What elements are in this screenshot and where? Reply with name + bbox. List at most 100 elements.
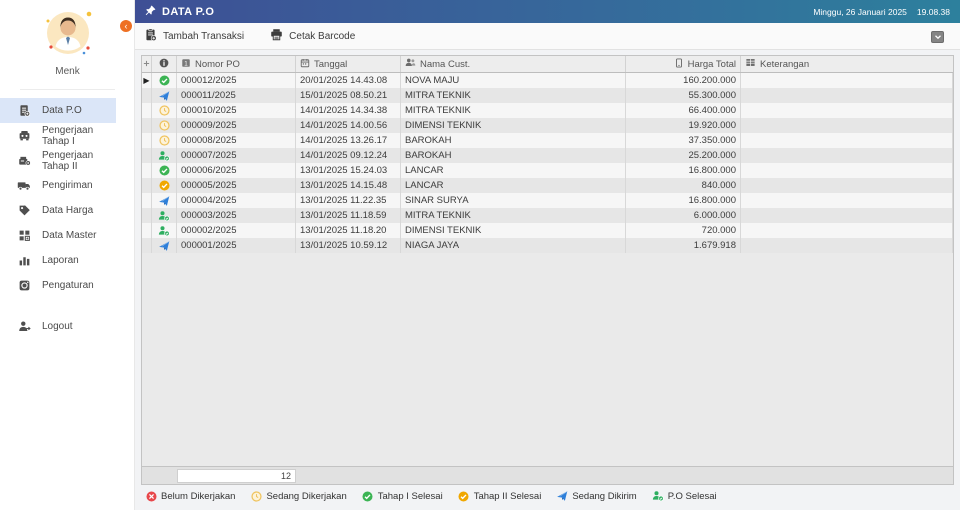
header-status-column[interactable] — [152, 56, 177, 72]
chevron-down-icon — [934, 28, 942, 46]
toolbar: Tambah Transaksi Cetak Barcode — [135, 23, 960, 50]
svg-text:1: 1 — [184, 60, 188, 67]
cell-nomor-po: 000008/2025 — [177, 133, 296, 148]
cell-nomor-po: 000002/2025 — [177, 223, 296, 238]
cell-harga-total: 720.000 — [626, 223, 741, 238]
legend-item-tahap-ii-selesai: Tahap II Selesai — [458, 490, 542, 502]
cell-keterangan — [741, 163, 953, 178]
cell-nomor-po: 000001/2025 — [177, 238, 296, 253]
legend-label: Belum Dikerjakan — [161, 490, 236, 502]
table-row[interactable]: 000009/2025 14/01/2025 14.00.56 DIMENSI TE… — [142, 118, 953, 133]
cell-tanggal: 20/01/2025 14.43.08 — [296, 73, 401, 88]
cell-harga-total: 840.000 — [626, 178, 741, 193]
table-row[interactable]: 000005/2025 13/01/2025 14.15.48 LANCAR 840.… — [142, 178, 953, 193]
status-po-selesai-icon — [158, 210, 170, 222]
row-indicator-cell — [142, 163, 152, 178]
cell-harga-total: 16.800.000 — [626, 163, 741, 178]
cell-keterangan — [741, 103, 953, 118]
sidebar-collapse-button[interactable]: ‹ — [120, 20, 132, 32]
legend-label: P.O Selesai — [667, 490, 717, 502]
legend-sedang-dikerjakan-icon — [250, 490, 262, 502]
avatar-image — [46, 11, 91, 55]
grid-rows: ▶ 000012/2025 20/01/2025 14.43.08 NOVA MAJU… — [142, 73, 953, 253]
calendar-icon — [300, 58, 310, 71]
legend-tahap1-selesai-icon — [362, 490, 374, 502]
legend-tahap2-selesai-icon — [458, 490, 470, 502]
table-row[interactable]: 000002/2025 13/01/2025 11.18.20 DIMENSI TE… — [142, 223, 953, 238]
grid-footer: 12 — [142, 466, 953, 484]
header-expand-column[interactable] — [142, 56, 152, 72]
column-header-keterangan[interactable]: Keterangan — [741, 56, 953, 72]
grid-icon — [745, 57, 756, 71]
sidebar-item-pengiriman[interactable]: Pengiriman — [0, 173, 116, 198]
table-row[interactable]: 000001/2025 13/01/2025 10.59.12 NIAGA JAYA… — [142, 238, 953, 253]
sidebar-item-data-harga[interactable]: Data Harga — [0, 198, 116, 223]
sidebar-item-laporan[interactable]: Laporan — [0, 248, 116, 273]
cell-nama-cust: SINAR SURYA — [401, 193, 626, 208]
sidebar-item-pengerjaan-tahap-i[interactable]: Pengerjaan Tahap I — [0, 123, 116, 148]
cell-nama-cust: BAROKAH — [401, 148, 626, 163]
column-header-nama-cust[interactable]: Nama Cust. — [401, 56, 626, 72]
cell-nama-cust: MITRA TEKNIK — [401, 88, 626, 103]
legend-item-tahap-i-selesai: Tahap I Selesai — [362, 490, 443, 502]
clipboard-plus-icon — [144, 28, 157, 44]
sidebar-item-label: Laporan — [42, 255, 79, 266]
sidebar-item-logout[interactable]: Logout — [0, 314, 116, 339]
sidebar-item-data-p-o[interactable]: Data P.O — [0, 98, 116, 123]
cell-keterangan — [741, 238, 953, 253]
cell-harga-total: 6.000.000 — [626, 208, 741, 223]
toolbar-options-button[interactable] — [931, 31, 944, 43]
sidebar: Menk Data P.O Pengerjaan Tahap I Pengerjaa… — [0, 0, 135, 510]
table-row[interactable]: 000004/2025 13/01/2025 11.22.35 SINAR SURY… — [142, 193, 953, 208]
column-header-label: Nomor PO — [195, 58, 240, 70]
status-tahap1-selesai-icon — [158, 165, 170, 177]
time-label: 19.08.38 — [916, 6, 950, 17]
column-header-harga-total[interactable]: Harga Total — [626, 56, 741, 72]
cetak-barcode-button[interactable]: Cetak Barcode — [270, 28, 355, 44]
table-row[interactable]: 000011/2025 15/01/2025 08.50.21 MITRA TEKN… — [142, 88, 953, 103]
sidebar-item-data-master[interactable]: Data Master — [0, 223, 116, 248]
cell-keterangan — [741, 73, 953, 88]
avatar — [0, 0, 135, 64]
column-header-label: Nama Cust. — [420, 58, 471, 70]
cell-tanggal: 13/01/2025 14.15.48 — [296, 178, 401, 193]
machine-one-icon — [17, 129, 31, 143]
column-header-label: Harga Total — [687, 58, 736, 70]
cell-tanggal: 15/01/2025 08.50.21 — [296, 88, 401, 103]
legend-label: Tahap II Selesai — [473, 490, 542, 502]
status-sedang-dikerjakan-icon — [158, 135, 170, 147]
sidebar-item-label: Pengerjaan Tahap II — [42, 149, 94, 172]
legend-belum-dikerjakan-icon — [145, 490, 157, 502]
column-header-nomor-po[interactable]: 1 Nomor PO — [177, 56, 296, 72]
page-title-wrap: DATA P.O — [145, 5, 214, 19]
row-indicator-cell — [142, 193, 152, 208]
title-bar: DATA P.O Minggu, 26 Januari 2025 19.08.3… — [135, 0, 960, 23]
record-count: 12 — [177, 468, 296, 483]
table-row[interactable]: 000003/2025 13/01/2025 11.18.59 MITRA TEKN… — [142, 208, 953, 223]
cell-nama-cust: DIMENSI TEKNIK — [401, 223, 626, 238]
cell-tanggal: 13/01/2025 11.18.20 — [296, 223, 401, 238]
table-row[interactable]: 000007/2025 14/01/2025 09.12.24 BAROKAH 25.… — [142, 148, 953, 163]
column-header-tanggal[interactable]: Tanggal — [296, 56, 401, 72]
cell-nama-cust: NOVA MAJU — [401, 73, 626, 88]
row-status-cell — [152, 148, 177, 163]
row-indicator-cell — [142, 178, 152, 193]
table-row[interactable]: 000006/2025 13/01/2025 15.24.03 LANCAR 16.8… — [142, 163, 953, 178]
table-row[interactable]: 000008/2025 14/01/2025 13.26.17 BAROKAH 37.… — [142, 133, 953, 148]
cell-tanggal: 13/01/2025 15.24.03 — [296, 163, 401, 178]
people-icon — [405, 57, 416, 71]
row-indicator-cell — [142, 133, 152, 148]
phone-icon — [674, 57, 684, 71]
tambah-transaksi-button[interactable]: Tambah Transaksi — [144, 28, 244, 44]
sidebar-item-pengaturan[interactable]: Pengaturan — [0, 273, 116, 298]
cell-tanggal: 14/01/2025 09.12.24 — [296, 148, 401, 163]
row-indicator-cell — [142, 223, 152, 238]
status-po-selesai-icon — [158, 150, 170, 162]
status-sedang-dikirim-icon — [158, 195, 170, 207]
status-legend: Belum Dikerjakan Sedang Dikerjakan Tahap I… — [135, 485, 960, 507]
table-row[interactable]: 000010/2025 14/01/2025 14.34.38 MITRA TEKN… — [142, 103, 953, 118]
table-row[interactable]: ▶ 000012/2025 20/01/2025 14.43.08 NOVA MAJU… — [142, 73, 953, 88]
sidebar-item-pengerjaan-tahap-ii[interactable]: Pengerjaan Tahap II — [0, 148, 116, 173]
cell-nomor-po: 000010/2025 — [177, 103, 296, 118]
row-status-cell — [152, 163, 177, 178]
